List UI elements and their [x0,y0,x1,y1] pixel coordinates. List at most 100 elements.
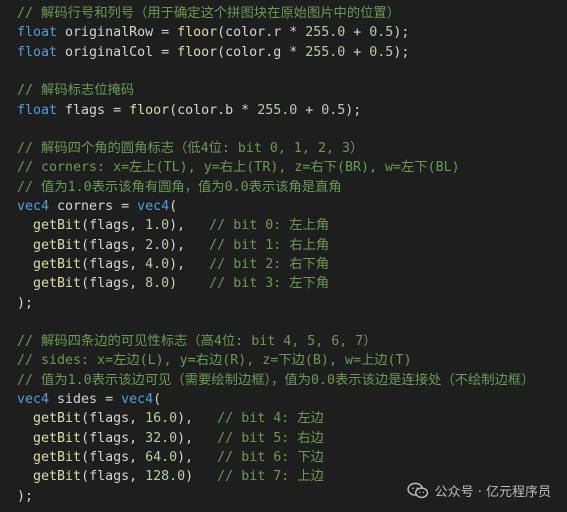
code-token-var: originalCol = [57,44,178,60]
code-line: float flags = floor(color.b * 255.0 + 0.… [17,101,361,120]
watermark: 公众号 · 亿元程序员 [406,481,551,500]
code-token-comment: // bit 5: 右边 [217,430,324,446]
code-token-var [17,238,33,253]
code-token-comment: // bit 6: 下边 [217,449,324,465]
code-token-var: sides = [49,392,122,407]
code-token-punct: ), [177,411,218,427]
code-token-punct: ); [393,44,410,60]
code-token-punct: ); [345,102,362,118]
code-token-punct: ), [177,449,218,465]
code-token-punct: + [345,25,370,41]
code-token-func: getBit [33,449,82,465]
code-token-punct: ), [169,237,210,253]
code-token-keyword: float [17,25,58,41]
code-line: ); [17,487,33,506]
code-token-comment: // bit 0: 左上角 [209,218,330,234]
code-token-func: getBit [33,218,82,234]
code-token-func: floor [129,102,170,118]
code-token-keyword: vec4 [121,392,154,407]
code-token-punct: ), [177,430,218,446]
code-token-func: getBit [33,276,82,292]
code-line: getBit(flags, 8.0) // bit 3: 左下角 [17,274,329,293]
code-token-punct: ) [185,469,218,485]
code-token-num: 255.0 [305,25,346,41]
code-token-comment: // bit 7: 上边 [217,469,324,485]
code-token-num: 0.5 [321,102,346,118]
code-token-comment: // 解码四条边的可见性标志（高4位: bit 4, 5, 6, 7） [17,334,377,350]
code-token-num: 64.0 [145,449,178,465]
code-token-punct: (flags, [81,237,146,253]
code-token-num: 0.5 [369,44,394,60]
code-token-comment: // 解码四个角的圆角标志（低4位: bit 0, 1, 2, 3） [17,141,364,157]
code-token-keyword: vec4 [17,199,50,214]
code-token-punct: (flags, [81,449,146,465]
code-token-punct: (flags, [81,411,146,427]
code-token-var [17,450,33,465]
code-line: getBit(flags, 64.0), // bit 6: 下边 [17,448,324,467]
code-token-punct: ( [153,392,162,407]
code-token-comment: // sides: x=左边(L), y=右边(R), z=下边(B), w=上… [17,353,412,369]
code-token-punct: (color.r * [217,25,306,41]
code-token-var [17,257,33,272]
code-line: // corners: x=左上(TL), y=右上(TR), z=右下(BR)… [17,158,460,177]
code-token-comment: // bit 4: 左边 [217,411,324,427]
code-line: // 解码四条边的可见性标志（高4位: bit 4, 5, 6, 7） [17,332,377,351]
code-token-comment: // bit 2: 右下角 [209,256,330,272]
wechat-icon [406,482,428,498]
code-token-func: floor [177,25,218,41]
code-line: vec4 corners = vec4( [17,197,177,216]
code-token-var: corners = [49,199,138,214]
code-token-comment: // corners: x=左上(TL), y=右上(TR), z=右下(BR)… [17,160,460,176]
code-line: float originalRow = floor(color.r * 255.… [17,23,409,42]
code-token-func: getBit [33,256,82,272]
code-token-comment: // 解码行号和列号（用于确定这个拼图块在原始图片中的位置） [17,6,401,21]
code-token-num: 1.0 [145,218,170,234]
code-token-comment: // 值为1.0表示该角有圆角，值为0.0表示该角是直角 [17,179,342,195]
code-line: // 解码行号和列号（用于确定这个拼图块在原始图片中的位置） [17,4,400,23]
code-token-keyword: vec4 [17,392,50,407]
code-token-func: getBit [33,237,82,253]
code-line: // 解码四个角的圆角标志（低4位: bit 0, 1, 2, 3） [17,139,363,158]
code-token-num: 2.0 [145,237,170,253]
code-line: // 值为1.0表示该边可见（需要绘制边框），值为0.0表示该边是连接处（不绘制… [17,371,535,390]
code-editor[interactable]: // 解码行号和列号（用于确定这个拼图块在原始图片中的位置） float orig… [0,0,567,512]
code-token-func: getBit [33,469,82,485]
code-token-punct: (flags, [81,218,146,234]
code-token-num: 8.0 [145,276,170,292]
code-line: ); [17,294,33,313]
code-token-var [17,218,33,233]
code-token-punct: ); [393,25,410,41]
code-line: getBit(flags, 1.0), // bit 0: 左上角 [17,216,329,235]
code-token-punct: ( [169,199,178,214]
code-line: // 解码标志位掩码 [17,81,134,100]
code-token-num: 128.0 [145,469,186,485]
watermark-text: 公众号 · 亿元程序员 [434,485,551,500]
code-token-punct: ), [169,256,210,272]
code-token-keyword: float [17,44,58,60]
code-token-var: originalRow = [57,25,178,41]
code-token-punct: + [345,44,370,60]
code-token-punct: ); [17,488,34,504]
code-token-punct: (flags, [81,256,146,272]
code-token-punct: (flags, [81,430,146,446]
code-token-func: floor [177,44,218,60]
code-line: getBit(flags, 128.0) // bit 7: 上边 [17,467,324,486]
code-line: // 值为1.0表示该角有圆角，值为0.0表示该角是直角 [17,178,342,197]
code-token-num: 255.0 [305,44,346,60]
code-line: getBit(flags, 4.0), // bit 2: 右下角 [17,255,329,274]
code-line: // sides: x=左边(L), y=右边(R), z=下边(B), w=上… [17,351,412,370]
code-line: getBit(flags, 16.0), // bit 4: 左边 [17,409,324,428]
code-token-comment: // 值为1.0表示该边可见（需要绘制边框），值为0.0表示该边是连接处（不绘制… [17,372,535,388]
code-token-var [17,411,33,426]
code-token-num: 4.0 [145,256,170,272]
code-token-var: flags = [57,102,130,118]
code-token-punct: + [297,102,322,118]
code-token-num: 0.5 [369,25,394,41]
code-token-punct: ) [169,276,210,292]
code-token-punct: (color.b * [169,102,258,118]
code-token-punct: ); [17,295,34,311]
code-token-punct: (flags, [81,276,146,292]
code-token-punct: (flags, [81,469,146,485]
code-line: getBit(flags, 32.0), // bit 5: 右边 [17,429,324,448]
code-line: float originalCol = floor(color.g * 255.… [17,43,409,62]
